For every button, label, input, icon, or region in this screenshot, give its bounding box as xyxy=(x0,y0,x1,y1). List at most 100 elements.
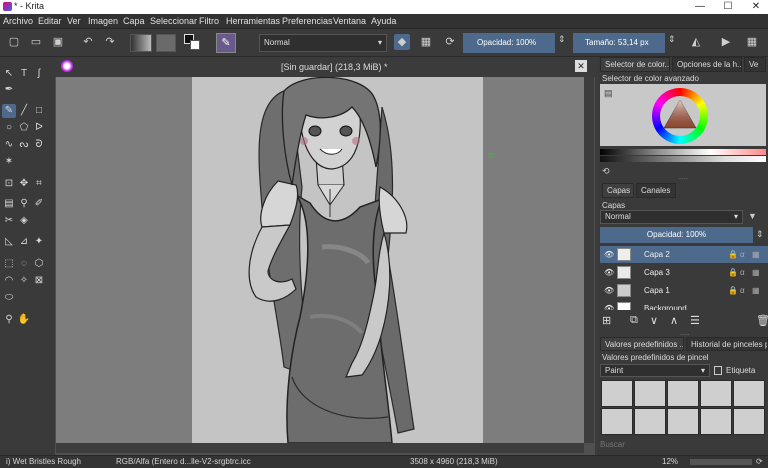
document-tab[interactable]: [Sin guardar] (218,3 MiB) * ✕ xyxy=(55,57,595,77)
value-strip[interactable] xyxy=(600,156,766,162)
blend-mode-combo[interactable]: Normal ▾ xyxy=(259,34,387,52)
tab-overview[interactable]: Ve xyxy=(744,57,766,72)
rect-select-icon[interactable]: ⬚ xyxy=(2,257,16,271)
brush-presets-icon[interactable]: ✎ xyxy=(216,33,236,53)
color-settings-icon[interactable]: ▤ xyxy=(604,88,613,99)
transform-tool-icon[interactable]: ⊡ xyxy=(2,177,16,191)
brush-preset-tile[interactable] xyxy=(667,408,699,435)
brush-preset-tile[interactable] xyxy=(733,380,765,407)
zoom-tool-icon[interactable]: ⚲ xyxy=(2,313,16,327)
color-picker-icon[interactable]: ⚲ xyxy=(17,197,31,211)
pan-tool-icon[interactable]: ✋ xyxy=(17,313,31,327)
move-layer-down-icon[interactable]: ∨ xyxy=(650,314,658,327)
brush-preset-tile[interactable] xyxy=(634,408,666,435)
redo-icon[interactable]: ↷ xyxy=(102,34,118,50)
menu-herramientas[interactable]: Herramientas xyxy=(226,16,280,26)
filter-icon[interactable]: ▼ xyxy=(748,211,757,221)
size-slider[interactable]: Tamaño: 53,14 px xyxy=(573,33,665,53)
inherit-alpha-icon[interactable]: ▦ xyxy=(752,282,760,299)
zoom-slider[interactable] xyxy=(690,459,752,465)
horizontal-scrollbar[interactable] xyxy=(56,443,584,453)
layer-opacity-slider[interactable]: Opacidad: 100% xyxy=(600,227,753,243)
shade-strip[interactable] xyxy=(600,149,766,155)
eraser-icon[interactable]: ◆ xyxy=(394,34,410,50)
tab-brush-history[interactable]: Historial de pinceles pre... xyxy=(686,337,768,351)
tab-color-selector[interactable]: Selector de color... xyxy=(600,57,670,72)
alpha-icon[interactable]: α xyxy=(740,282,745,299)
menu-ver[interactable]: Ver xyxy=(67,16,81,26)
freehand-path-icon[interactable]: ᔓ xyxy=(17,138,31,152)
dock-splitter-icon[interactable]: ..... xyxy=(678,174,688,181)
brush-tag-combo[interactable]: Paint ▾ xyxy=(600,364,710,377)
dock-splitter-icon[interactable]: ..... xyxy=(680,330,690,337)
layer-row-capa-2[interactable]: 👁 Capa 2 🔒 α ▦ xyxy=(600,246,768,263)
fg-bg-color-icon[interactable] xyxy=(184,34,200,50)
layer-blend-mode-combo[interactable]: Normal ▾ xyxy=(600,210,743,224)
tab-channels[interactable]: Canales xyxy=(636,183,676,198)
add-layer-icon[interactable]: ⊞ xyxy=(602,314,611,327)
polygon-select-icon[interactable]: ⬡ xyxy=(32,257,46,271)
duplicate-layer-icon[interactable]: ⧉ xyxy=(630,314,638,327)
workspace-icon[interactable]: ▦ xyxy=(744,34,760,50)
opacity-slider[interactable]: Opacidad: 100% xyxy=(463,33,555,53)
tag-label[interactable]: Etiqueta xyxy=(726,366,755,375)
bezier-select-icon[interactable]: ⬭ xyxy=(2,291,16,305)
inherit-alpha-icon[interactable]: ▦ xyxy=(752,264,760,281)
ellipse-select-icon[interactable]: ◌ xyxy=(17,257,31,271)
select-shapes-icon[interactable]: ↖ xyxy=(2,67,16,81)
alpha-lock-icon[interactable]: ▦ xyxy=(418,34,434,50)
save-document-icon[interactable]: ▣ xyxy=(50,34,66,50)
freehand-select-icon[interactable]: ◠ xyxy=(2,274,16,288)
calligraphy-icon[interactable]: ʃ xyxy=(32,67,46,81)
freehand-brush-icon[interactable]: ✎ xyxy=(2,104,16,118)
layer-row-capa-1[interactable]: 👁 Capa 1 🔒 α ▦ xyxy=(600,282,768,299)
hue-ring[interactable] xyxy=(652,88,708,144)
menu-ayuda[interactable]: Ayuda xyxy=(371,16,396,26)
bezier-tool-icon[interactable]: ∿ xyxy=(2,138,16,152)
rotate-icon[interactable]: ⟳ xyxy=(756,457,763,466)
status-colorspace[interactable]: RGB/Alfa (Entero d...lle-V2-srgbtrc.icc xyxy=(116,457,251,466)
move-tool-icon[interactable]: ✥ xyxy=(17,177,31,191)
visibility-eye-icon[interactable]: 👁 xyxy=(604,282,614,299)
visibility-eye-icon[interactable]: 👁 xyxy=(604,300,614,310)
brush-preset-tile[interactable] xyxy=(700,380,732,407)
ellipse-tool-icon[interactable]: ○ xyxy=(2,121,16,135)
brush-search-input[interactable] xyxy=(600,438,766,451)
vertical-scrollbar[interactable] xyxy=(584,77,594,443)
reference-images-icon[interactable]: ✦ xyxy=(32,235,46,249)
polygon-tool-icon[interactable]: ⬠ xyxy=(17,121,31,135)
visibility-eye-icon[interactable]: 👁 xyxy=(604,264,614,281)
refresh-icon[interactable]: ⟲ xyxy=(602,166,610,177)
mirror-horizontal-icon[interactable]: ◭ xyxy=(688,34,704,50)
pattern-selector-icon[interactable] xyxy=(156,34,176,52)
gradient-selector-icon[interactable] xyxy=(130,34,152,52)
contiguous-select-icon[interactable]: ✧ xyxy=(17,274,31,288)
menu-capa[interactable]: Capa xyxy=(123,16,145,26)
tab-tool-options[interactable]: Opciones de la h... xyxy=(672,57,742,72)
mirror-vertical-icon[interactable]: ▶ xyxy=(718,34,734,50)
undo-icon[interactable]: ↶ xyxy=(80,34,96,50)
menu-filtro[interactable]: Filtro xyxy=(199,16,219,26)
similar-select-icon[interactable]: ⊠ xyxy=(32,274,46,288)
multibrush-icon[interactable]: ✶ xyxy=(2,155,16,169)
brush-preset-tile[interactable] xyxy=(634,380,666,407)
delete-layer-icon[interactable]: 🗑 xyxy=(756,314,768,327)
layer-properties-icon[interactable]: ☰ xyxy=(690,314,700,327)
assistant-tool-icon[interactable]: ◺ xyxy=(2,235,16,249)
tag-icon[interactable] xyxy=(714,366,722,375)
brush-preset-tile[interactable] xyxy=(667,380,699,407)
brush-preset-tile[interactable] xyxy=(601,380,633,407)
visibility-eye-icon[interactable]: 👁 xyxy=(604,246,614,263)
brush-preset-tile[interactable] xyxy=(601,408,633,435)
alpha-icon[interactable]: α xyxy=(740,264,745,281)
polyline-tool-icon[interactable]: ᐅ xyxy=(32,121,46,135)
drawing-canvas[interactable] xyxy=(192,76,483,444)
new-document-icon[interactable]: ▢ xyxy=(6,34,22,50)
menu-editar[interactable]: Editar xyxy=(38,16,62,26)
maximize-button[interactable]: ☐ xyxy=(716,0,740,14)
menu-ventana[interactable]: Ventana xyxy=(333,16,366,26)
gradient-tool-icon[interactable]: ▤ xyxy=(2,197,16,211)
menu-archivo[interactable]: Archivo xyxy=(3,16,33,26)
layer-row-capa-3[interactable]: 👁 Capa 3 🔒 α ▦ xyxy=(600,264,768,281)
opacity-stepper-icon[interactable]: ⇕ xyxy=(558,34,566,45)
